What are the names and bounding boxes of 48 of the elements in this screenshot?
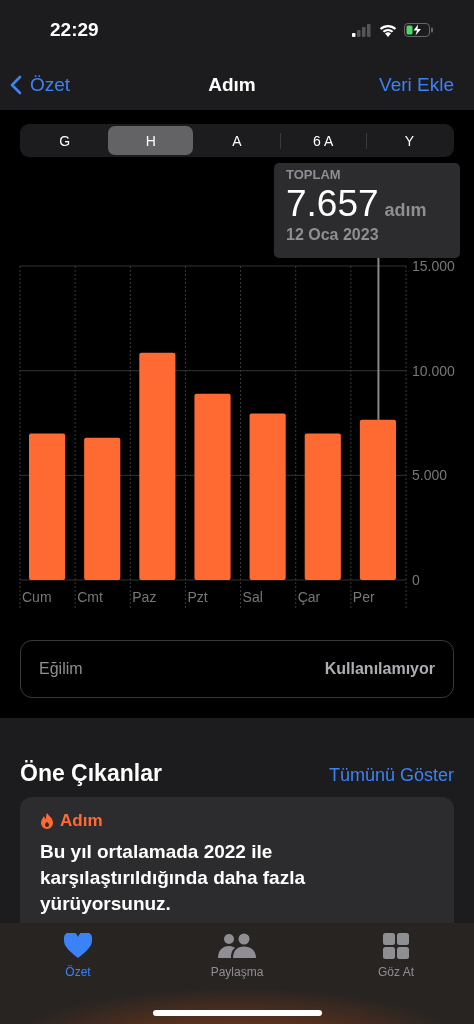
page-title: Adım bbox=[208, 74, 256, 96]
chart-bar[interactable] bbox=[359, 419, 396, 580]
axis-label: Per bbox=[352, 589, 375, 605]
segment-tab[interactable]: A bbox=[194, 126, 280, 155]
add-data-link[interactable]: Veri Ekle bbox=[379, 74, 454, 96]
chart-bar[interactable] bbox=[29, 433, 66, 580]
battery-charging-icon bbox=[404, 23, 434, 37]
chevron-left-icon bbox=[10, 75, 22, 95]
tab-item[interactable]: Paylaşma bbox=[177, 933, 297, 979]
axis-label: Cmt bbox=[77, 589, 103, 605]
people-icon bbox=[218, 933, 256, 959]
tab-item[interactable]: Özet bbox=[18, 933, 138, 979]
axis-label: 0 bbox=[412, 572, 420, 588]
flame-icon bbox=[40, 813, 54, 829]
axis-label: 5.000 bbox=[412, 467, 448, 484]
tab-item[interactable]: Göz At bbox=[336, 933, 456, 979]
segment-tab[interactable]: 6 A bbox=[280, 126, 366, 155]
axis-label: Pzt bbox=[187, 589, 208, 605]
card-text: Bu yıl ortalamada 2022 ile karşılaştırıldığında daha fazla yürüyorsunuz. bbox=[40, 840, 307, 916]
date-label: 12 Oca 2023 bbox=[286, 226, 380, 244]
tooltip-label: TOPLAM bbox=[286, 167, 342, 182]
axis-label: Çar bbox=[297, 589, 321, 605]
axis-label: 15.000 bbox=[412, 258, 455, 274]
chart-bar[interactable] bbox=[304, 433, 341, 580]
axis-label: Sal bbox=[242, 589, 263, 605]
show-all-link[interactable]: Tümünü Göster bbox=[328, 765, 454, 786]
axis-label: 10.000 bbox=[412, 362, 455, 379]
chart-bar[interactable] bbox=[139, 352, 176, 580]
axis-label: Cum bbox=[22, 589, 52, 605]
heart-icon bbox=[64, 933, 92, 959]
segment-tab[interactable]: G bbox=[22, 126, 108, 155]
trend-value: Kullanılamıyor bbox=[324, 660, 435, 678]
trend-label: Eğilim bbox=[39, 660, 83, 678]
total-value: 7.657 bbox=[286, 182, 379, 226]
segment-tab[interactable]: H bbox=[108, 126, 194, 155]
chart-bar[interactable] bbox=[249, 413, 286, 580]
segment-tab[interactable]: Y bbox=[366, 126, 452, 155]
wifi-icon bbox=[379, 23, 397, 37]
back-link[interactable]: Özet bbox=[10, 74, 71, 96]
grid-icon bbox=[383, 933, 409, 959]
signal-icon bbox=[352, 23, 372, 37]
status-time: 22:29 bbox=[50, 19, 99, 41]
section-title: Öne Çıkanlar bbox=[20, 760, 162, 787]
unit-label: adım bbox=[384, 200, 427, 221]
highlight-card[interactable]: Adım Bu yıl ortalamada 2022 ile karşılaştırıldığında daha fazla yürüyorsunuz. bbox=[20, 797, 454, 923]
chart-bar[interactable] bbox=[84, 437, 121, 580]
card-category: Adım bbox=[60, 811, 103, 831]
axis-label: Paz bbox=[132, 589, 157, 605]
